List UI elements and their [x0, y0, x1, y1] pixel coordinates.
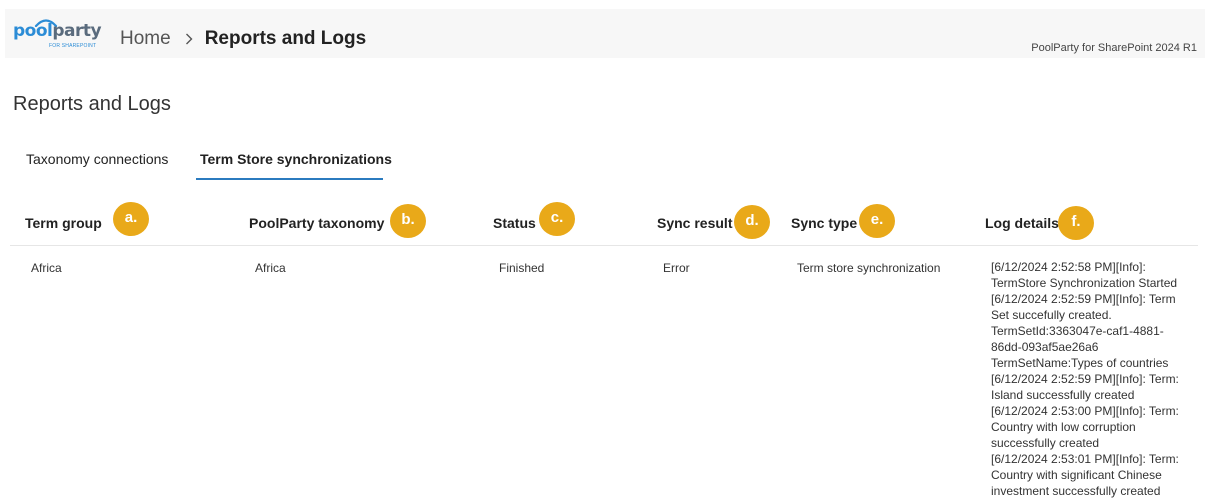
- log-line: TermSetId:3363047e-caf1-4881-: [991, 324, 1164, 338]
- breadcrumb-home-link[interactable]: Home: [120, 28, 171, 50]
- log-line: [6/12/2024 2:53:00 PM][Info]: Term:: [991, 404, 1179, 418]
- annotation-badge-f: f.: [1058, 206, 1094, 240]
- log-line: 86dd-093af5ae26a6: [991, 340, 1099, 354]
- logo-wordmark: poolparty: [13, 21, 102, 41]
- version-label: PoolParty for SharePoint 2024 R1: [1031, 42, 1197, 54]
- app-header: poolparty FOR SHAREPOINT Home Reports an…: [5, 9, 1205, 58]
- log-line: Country with low corruption: [991, 420, 1136, 434]
- cell-status: Finished: [499, 261, 545, 275]
- breadcrumb-current: Reports and Logs: [204, 28, 367, 49]
- cell-taxonomy: Africa: [255, 261, 286, 275]
- selected-tab-underline: [196, 178, 383, 180]
- column-header-log-details[interactable]: Log details: [985, 215, 1059, 231]
- log-line: successfully created: [991, 436, 1100, 450]
- column-header-sync-result[interactable]: Sync result: [657, 215, 732, 231]
- cell-sync-type: Term store synchronization: [797, 261, 941, 275]
- log-line: [6/12/2024 2:53:01 PM][Info]: Term:: [991, 452, 1179, 466]
- cell-sync-result: Error: [663, 261, 690, 275]
- logo-word-right: party: [52, 21, 102, 41]
- log-line: investment successfully created: [991, 484, 1161, 498]
- annotation-badge-c: c.: [539, 202, 575, 236]
- logo-subtitle: FOR SHAREPOINT: [49, 43, 97, 49]
- log-line: [6/12/2024 2:52:59 PM][Info]: Term: [991, 292, 1176, 306]
- log-line: TermSetName:Types of countries: [991, 356, 1169, 370]
- log-line: TermStore Synchronization Started: [991, 276, 1178, 290]
- cell-term-group: Africa: [31, 261, 62, 275]
- log-line: Set succefully created.: [991, 308, 1112, 322]
- column-header-sync-type[interactable]: Sync type: [791, 215, 857, 231]
- log-line: [6/12/2024 2:52:59 PM][Info]: Term:: [991, 372, 1179, 386]
- log-line: Island successfully created: [991, 388, 1135, 402]
- log-line: Country with significant Chinese: [991, 468, 1162, 482]
- tab-term-store-synchronizations[interactable]: Term Store synchronizations: [200, 151, 392, 167]
- breadcrumb: Home Reports and Logs: [120, 28, 366, 50]
- table-header-divider: [10, 245, 1198, 246]
- annotation-badge-d: d.: [734, 205, 770, 239]
- poolparty-logo[interactable]: poolparty FOR SHAREPOINT: [13, 19, 102, 53]
- page: poolparty FOR SHAREPOINT Home Reports an…: [0, 0, 1212, 498]
- annotation-badge-b: b.: [390, 204, 426, 238]
- annotation-badge-e: e.: [859, 204, 895, 238]
- chevron-right-icon: [185, 33, 193, 45]
- logo-word-left: pool: [13, 21, 53, 41]
- column-header-poolparty-taxonomy[interactable]: PoolParty taxonomy: [249, 215, 384, 231]
- page-title: Reports and Logs: [13, 93, 171, 115]
- log-line: [6/12/2024 2:52:58 PM][Info]:: [991, 260, 1146, 274]
- cell-log-details: [6/12/2024 2:52:58 PM][Info]: TermStore …: [991, 259, 1183, 498]
- column-header-term-group[interactable]: Term group: [25, 215, 102, 231]
- column-header-status[interactable]: Status: [493, 215, 536, 231]
- annotation-badge-a: a.: [113, 202, 149, 236]
- tab-taxonomy-connections[interactable]: Taxonomy connections: [26, 151, 168, 167]
